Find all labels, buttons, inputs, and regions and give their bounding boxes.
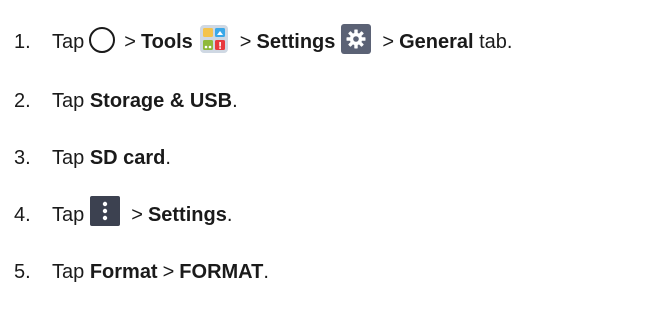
- tap-text: Tap: [52, 146, 90, 169]
- format-button-label: FORMAT: [179, 260, 264, 283]
- period: .: [263, 260, 269, 283]
- tools-folder-icon: [199, 24, 229, 54]
- step-5: 5. Tap Format > FORMAT .: [14, 250, 269, 294]
- tap-text: Tap: [52, 30, 85, 53]
- settings-label: Settings: [256, 30, 336, 53]
- step-4: 4. Tap > Settings .: [14, 193, 232, 237]
- sd-card-label: SD card: [89, 146, 166, 169]
- home-circle-icon: [89, 27, 116, 53]
- tools-label: Tools: [140, 30, 193, 53]
- more-vertical-icon: [90, 196, 121, 226]
- step-number: 1.: [14, 30, 31, 53]
- separator: >: [239, 30, 252, 53]
- gear-icon: [341, 24, 372, 54]
- settings-label: Settings: [147, 203, 227, 226]
- separator: >: [382, 30, 395, 53]
- separator: >: [124, 30, 136, 53]
- step-3: 3. Tap SD card .: [14, 136, 171, 180]
- tap-text: Tap: [52, 89, 90, 112]
- storage-usb-label: Storage & USB: [89, 89, 233, 112]
- period: .: [226, 203, 233, 226]
- general-label: General: [399, 30, 474, 53]
- tab-text: tab.: [473, 30, 513, 53]
- period: .: [232, 89, 238, 112]
- format-label: Format: [89, 260, 158, 283]
- step-2: 2. Tap Storage & USB .: [14, 79, 238, 123]
- tap-text: Tap: [52, 203, 85, 226]
- separator: >: [131, 203, 143, 226]
- step-number: 4.: [14, 203, 31, 226]
- step-number: 5.: [14, 260, 31, 283]
- separator: >: [162, 260, 175, 283]
- step-number: 2.: [14, 89, 31, 112]
- step-number: 3.: [14, 146, 31, 169]
- step-1: 1. Tap > Tools > Settings > General tab.: [14, 20, 512, 64]
- period: .: [165, 146, 171, 169]
- tap-text: Tap: [52, 260, 90, 283]
